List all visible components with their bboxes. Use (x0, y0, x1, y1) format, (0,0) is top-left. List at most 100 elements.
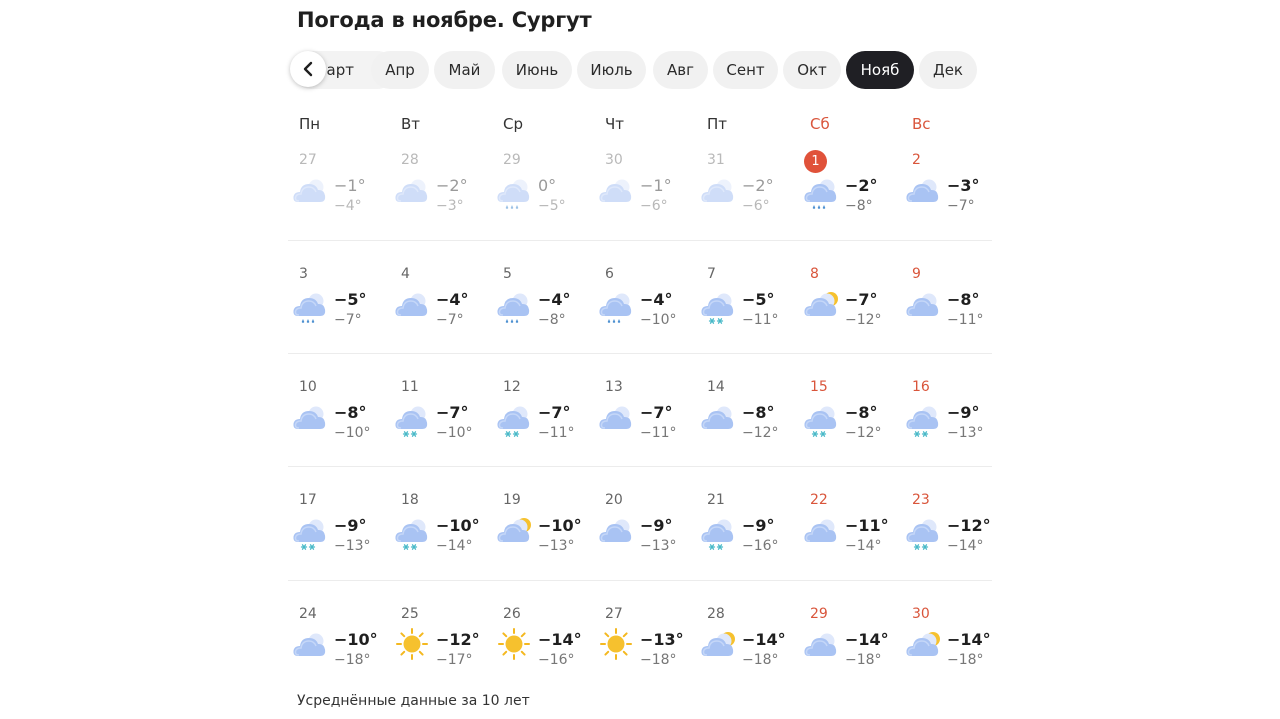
day-cell[interactable]: 29 −14° −18° (799, 606, 899, 696)
day-cell[interactable]: 28 −2° −3° (390, 152, 490, 242)
month-chip-6[interactable]: Авг (653, 51, 708, 89)
cloudy-icon (392, 286, 432, 322)
max-temperature: −14° (742, 630, 786, 649)
cloudy-icon (801, 626, 841, 662)
month-chip-10[interactable]: Дек (919, 51, 977, 89)
min-temperature: −18° (334, 652, 371, 668)
min-temperature: −11° (947, 312, 984, 328)
month-chip-5[interactable]: Июль (577, 51, 646, 89)
day-cell[interactable]: 15 −8° −12° (799, 379, 899, 469)
sun-icon (392, 626, 432, 662)
min-temperature: −7° (947, 198, 975, 214)
day-cell[interactable]: 16 −9° −13° (901, 379, 1001, 469)
cloudy-icon (290, 399, 330, 435)
day-cell[interactable]: 30 −1° −6° (594, 152, 694, 242)
day-number: 16 (912, 379, 930, 395)
max-temperature: −8° (742, 403, 775, 422)
cloudy-icon (596, 172, 636, 208)
day-cell[interactable]: 19 −10° −13° (492, 492, 592, 582)
day-number: 31 (707, 152, 725, 168)
cloud-rain-icon (494, 172, 534, 209)
prev-months-button[interactable] (290, 51, 326, 87)
day-cell[interactable]: 22 −11° −14° (799, 492, 899, 582)
day-cell[interactable]: 11 −7° −10° (390, 379, 490, 469)
day-cell[interactable]: 26 −14° −16° (492, 606, 592, 696)
day-cell[interactable]: 10 −8° −10° (288, 379, 388, 469)
max-temperature: −11° (845, 516, 889, 535)
day-cell[interactable]: 25 −12° −17° (390, 606, 490, 696)
day-cell[interactable]: 30 −14° −18° (901, 606, 1001, 696)
day-cell[interactable]: 7 −5° −11° (696, 266, 796, 356)
cloudy-icon (903, 172, 943, 208)
month-chip-label: арт (326, 61, 354, 79)
day-cell[interactable]: 12 −7° −11° (492, 379, 592, 469)
day-number: 24 (299, 606, 317, 622)
day-cell[interactable]: 20 −9° −13° (594, 492, 694, 582)
page-title: Погода в ноябре. Сургут (297, 8, 592, 32)
min-temperature: −11° (640, 425, 677, 441)
cloudy-icon (596, 512, 636, 548)
day-number: 29 (503, 152, 521, 168)
min-temperature: −8° (845, 198, 873, 214)
day-cell[interactable]: 13 −7° −11° (594, 379, 694, 469)
min-temperature: −14° (436, 538, 473, 554)
day-number: 28 (401, 152, 419, 168)
month-chip-7[interactable]: Сент (713, 51, 778, 89)
min-temperature: −18° (742, 652, 779, 668)
cloud-rain-icon (596, 286, 636, 323)
weekday-label: Ср (503, 115, 523, 133)
max-temperature: −9° (334, 516, 367, 535)
max-temperature: −12° (436, 630, 480, 649)
day-number: 28 (707, 606, 725, 622)
month-chip-2[interactable]: Апр (371, 51, 429, 89)
day-cell[interactable]: 27 −1° −4° (288, 152, 388, 242)
day-number: 7 (707, 266, 716, 282)
day-number: 25 (401, 606, 419, 622)
day-cell[interactable]: 14 −8° −12° (696, 379, 796, 469)
day-number: 17 (299, 492, 317, 508)
day-cell[interactable]: 4 −4° −7° (390, 266, 490, 356)
day-number: 12 (503, 379, 521, 395)
month-chip-4[interactable]: Июнь (502, 51, 572, 89)
day-cell[interactable]: 27 −13° −18° (594, 606, 694, 696)
day-cell[interactable]: 2 −3° −7° (901, 152, 1001, 242)
month-chip-label: Сент (726, 61, 765, 79)
month-chip-label: Авг (667, 61, 694, 79)
day-cell[interactable]: 28 −14° −18° (696, 606, 796, 696)
max-temperature: −4° (538, 290, 571, 309)
day-number: 30 (605, 152, 623, 168)
day-cell[interactable]: 18 −10° −14° (390, 492, 490, 582)
max-temperature: −9° (640, 516, 673, 535)
day-cell[interactable]: 6 −4° −10° (594, 266, 694, 356)
day-cell[interactable]: 31 −2° −6° (696, 152, 796, 242)
month-chip-3[interactable]: Май (434, 51, 495, 89)
day-cell[interactable]: 24 −10° −18° (288, 606, 388, 696)
footnote: Усреднённые данные за 10 лет (297, 693, 530, 709)
min-temperature: −14° (947, 538, 984, 554)
month-chip-8[interactable]: Окт (783, 51, 841, 89)
day-cell[interactable]: 8 −7° −12° (799, 266, 899, 356)
day-cell[interactable]: 1 −2° −8° (799, 150, 899, 242)
day-cell[interactable]: 17 −9° −13° (288, 492, 388, 582)
cloud-snow-icon (698, 286, 738, 324)
cloud-snow-icon (392, 399, 432, 437)
max-temperature: −7° (845, 290, 878, 309)
max-temperature: −9° (742, 516, 775, 535)
min-temperature: −16° (742, 538, 779, 554)
day-cell[interactable]: 23 −12° −14° (901, 492, 1001, 582)
day-cell[interactable]: 3 −5° −7° (288, 266, 388, 356)
cloudy-icon (801, 512, 841, 548)
weekday-label: Чт (605, 115, 625, 133)
day-number: 8 (810, 266, 819, 282)
day-cell[interactable]: 21 −9° −16° (696, 492, 796, 582)
day-cell[interactable]: 5 −4° −8° (492, 266, 592, 356)
max-temperature: −14° (947, 630, 991, 649)
max-temperature: −10° (334, 630, 378, 649)
day-number: 20 (605, 492, 623, 508)
cloudy-icon (698, 399, 738, 435)
day-cell[interactable]: 9 −8° −11° (901, 266, 1001, 356)
day-cell[interactable]: 29 0° −5° (492, 152, 592, 242)
weekday-label: Вс (912, 115, 931, 133)
month-chip-9[interactable]: Нояб (846, 51, 914, 89)
max-temperature: −2° (742, 176, 774, 195)
